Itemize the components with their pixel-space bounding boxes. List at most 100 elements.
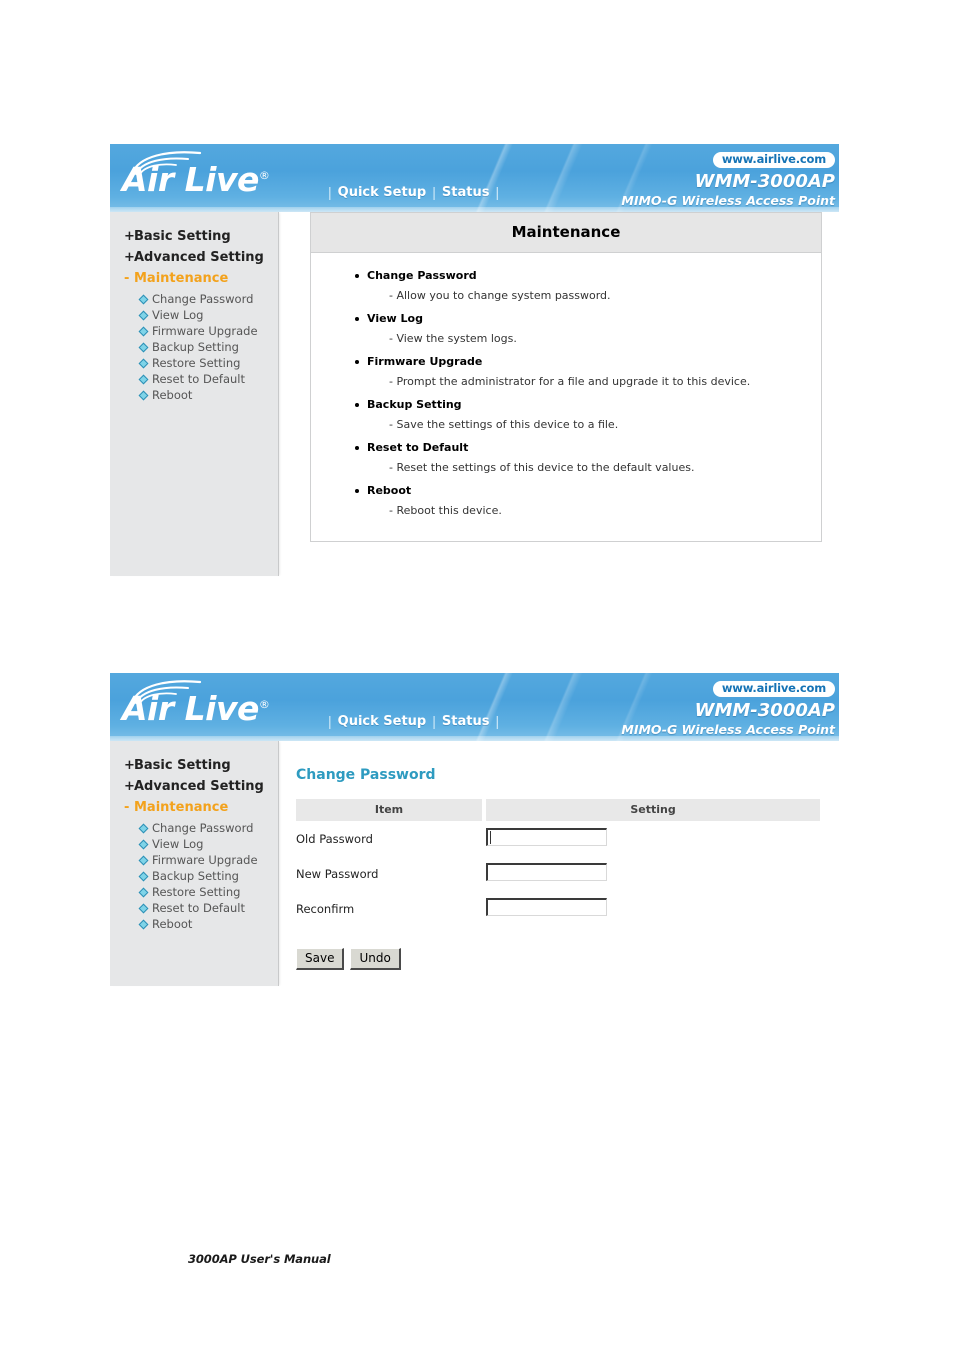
diamond-bullet-icon (138, 839, 149, 849)
sidebar-item-change-password[interactable]: Change Password (110, 291, 278, 307)
nav-link-quick-setup[interactable]: Quick Setup (338, 185, 427, 200)
maintenance-help-list: Change Password - Allow you to change sy… (311, 253, 821, 541)
sidebar-group-label: Maintenance (134, 800, 229, 815)
sidebar-item-label: Reboot (152, 388, 193, 402)
sidebar-group-label: Advanced Setting (134, 779, 264, 794)
diamond-bullet-icon (138, 374, 149, 384)
sidebar-item-reboot[interactable]: Reboot (110, 916, 278, 932)
diamond-bullet-icon (138, 887, 149, 897)
sidebar-group-maintenance[interactable]: - Maintenance (110, 268, 278, 289)
help-item-description: - Prompt the administrator for a file an… (389, 375, 751, 388)
diamond-bullet-icon (138, 310, 149, 320)
sidebar-item-reset-to-default[interactable]: Reset to Default (110, 900, 278, 916)
product-tagline: MIMO-G Wireless Access Point (621, 722, 835, 738)
sidebar-navigation: +Basic Setting +Advanced Setting - Mainte… (110, 212, 279, 576)
sidebar-group-maintenance[interactable]: - Maintenance (110, 797, 278, 818)
nav-link-status[interactable]: Status (442, 185, 490, 200)
sidebar-navigation: +Basic Setting +Advanced Setting - Mainte… (110, 741, 279, 986)
sidebar-item-restore-setting[interactable]: Restore Setting (110, 355, 278, 371)
website-url-badge[interactable]: www.airlive.com (712, 152, 835, 169)
help-item: Firmware Upgrade - Prompt the administra… (311, 355, 821, 398)
collapse-minus-icon: - (124, 800, 130, 815)
sidebar-item-label: View Log (152, 837, 204, 851)
logo-wordmark-text: Air Live (122, 689, 259, 728)
diamond-bullet-icon (138, 326, 149, 336)
logo-wordmark: Air Live® (122, 689, 270, 728)
top-navigation: | Quick Setup | Status | (322, 184, 505, 200)
nav-separator: | (328, 184, 332, 200)
nav-link-status[interactable]: Status (442, 714, 490, 729)
website-url-badge[interactable]: www.airlive.com (712, 681, 835, 698)
nav-separator: | (495, 713, 500, 729)
page-body: +Basic Setting +Advanced Setting - Mainte… (110, 741, 839, 1041)
expand-plus-icon: + (124, 250, 135, 265)
sidebar-item-restore-setting[interactable]: Restore Setting (110, 884, 278, 900)
sidebar-item-change-password[interactable]: Change Password (110, 820, 278, 836)
save-button[interactable]: Save (296, 948, 345, 971)
sidebar-item-backup-setting[interactable]: Backup Setting (110, 339, 278, 355)
text-caret (490, 831, 491, 844)
help-item-description: - View the system logs. (389, 332, 517, 345)
help-item: View Log - View the system logs. (311, 312, 821, 355)
help-item-heading: Reboot (311, 484, 821, 497)
logo-wordmark: Air Live® (122, 160, 270, 199)
undo-button[interactable]: Undo (350, 948, 401, 971)
sidebar-group-basic-setting[interactable]: +Basic Setting (110, 755, 278, 776)
app-banner: Air Live® | Quick Setup | Status | www.a… (110, 673, 839, 741)
diamond-bullet-icon (138, 342, 149, 352)
screenshot-change-password: Air Live® | Quick Setup | Status | www.a… (110, 673, 839, 1041)
sidebar-item-backup-setting[interactable]: Backup Setting (110, 868, 278, 884)
sidebar-item-label: Backup Setting (152, 869, 239, 883)
diamond-bullet-icon (138, 294, 149, 304)
sidebar-group-label: Maintenance (134, 271, 229, 286)
maintenance-panel: Maintenance Change Password - Allow you … (310, 212, 822, 542)
expand-plus-icon: + (124, 779, 135, 794)
sidebar-item-reboot[interactable]: Reboot (110, 387, 278, 403)
diamond-bullet-icon (138, 871, 149, 881)
field-label-new-password: New Password (296, 866, 379, 881)
logo-wordmark-text: Air Live (122, 160, 259, 199)
reconfirm-password-input[interactable] (486, 898, 607, 916)
sidebar-item-label: Change Password (152, 292, 254, 306)
field-cell (486, 856, 820, 891)
table-header-row: Item Setting (296, 799, 820, 821)
registered-trademark-icon: ® (258, 169, 270, 182)
product-identity: www.airlive.com WMM-3000AP MIMO-G Wirele… (621, 150, 835, 208)
old-password-input[interactable] (486, 828, 607, 846)
sidebar-item-label: Firmware Upgrade (152, 853, 258, 867)
sidebar-item-label: Change Password (152, 821, 254, 835)
sidebar-item-reset-to-default[interactable]: Reset to Default (110, 371, 278, 387)
expand-plus-icon: + (124, 758, 135, 773)
main-content: Change Password Item Setting Old Passwor… (296, 741, 820, 971)
nav-link-quick-setup[interactable]: Quick Setup (338, 714, 427, 729)
sidebar-group-advanced-setting[interactable]: +Advanced Setting (110, 776, 278, 797)
help-item: Reboot - Reboot this device. (311, 484, 821, 527)
sidebar-item-view-log[interactable]: View Log (110, 836, 278, 852)
nav-separator: | (328, 713, 332, 729)
collapse-minus-icon: - (124, 271, 130, 286)
sidebar-item-firmware-upgrade[interactable]: Firmware Upgrade (110, 323, 278, 339)
new-password-input[interactable] (486, 863, 607, 881)
nav-separator: | (432, 184, 436, 200)
page-title: Change Password (296, 767, 436, 783)
diamond-bullet-icon (138, 855, 149, 865)
sidebar-item-label: Restore Setting (152, 356, 241, 370)
diamond-bullet-icon (138, 823, 149, 833)
help-item-description: - Reboot this device. (389, 504, 502, 517)
column-header-item: Item (296, 799, 482, 821)
sidebar-group-basic-setting[interactable]: +Basic Setting (110, 226, 278, 247)
diamond-bullet-icon (138, 358, 149, 368)
diamond-bullet-icon (138, 903, 149, 913)
table-row: Old Password (296, 821, 820, 856)
product-identity: www.airlive.com WMM-3000AP MIMO-G Wirele… (621, 679, 835, 737)
sidebar-item-view-log[interactable]: View Log (110, 307, 278, 323)
registered-trademark-icon: ® (258, 698, 270, 711)
table-row: Reconfirm (296, 891, 820, 926)
help-item-description: - Save the settings of this device to a … (389, 418, 619, 431)
sidebar-item-firmware-upgrade[interactable]: Firmware Upgrade (110, 852, 278, 868)
sidebar-group-advanced-setting[interactable]: +Advanced Setting (110, 247, 278, 268)
sidebar-item-label: View Log (152, 308, 204, 322)
field-label-old-password: Old Password (296, 831, 373, 846)
diamond-bullet-icon (138, 919, 149, 929)
sidebar-group-label: Advanced Setting (134, 250, 264, 265)
